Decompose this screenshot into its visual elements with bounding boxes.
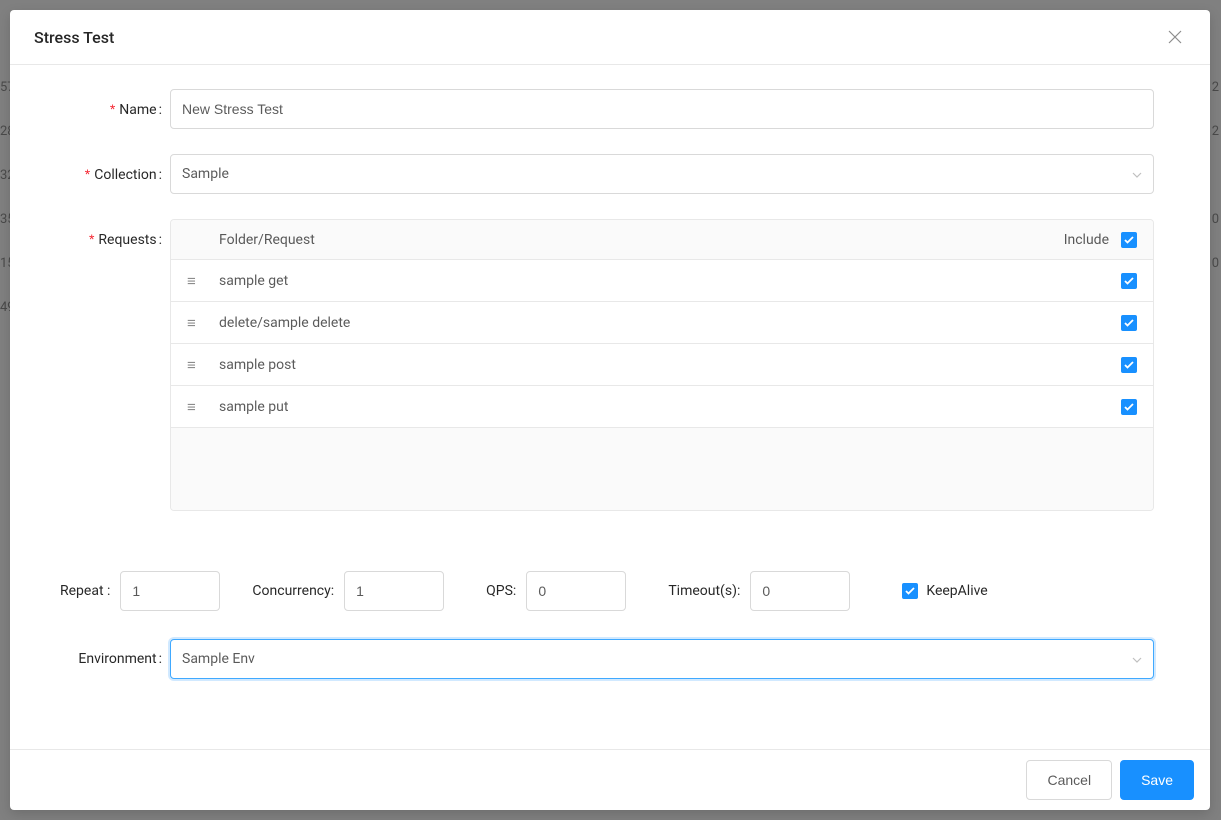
modal-footer: Cancel Save [10,749,1210,810]
chevron-down-icon [1132,652,1142,666]
close-icon [1168,30,1182,44]
collection-select[interactable]: Sample [170,154,1154,194]
repeat-input[interactable] [120,571,220,611]
close-button[interactable] [1164,26,1186,48]
modal-header: Stress Test [10,10,1210,65]
collection-label: *Collection: [20,154,170,195]
keepalive-label: KeepAlive [926,583,987,599]
request-name: delete/sample delete [215,315,1121,331]
drag-handle-icon[interactable]: ≡ [187,314,215,332]
modal-body: *Name: *Collection: Sample *Reques [10,65,1210,749]
requests-label: *Requests: [20,219,170,260]
include-checkbox[interactable] [1121,273,1137,289]
requests-empty-area [171,428,1153,510]
repeat-label: Repeat : [60,583,110,599]
stress-test-modal: Stress Test *Name: *Collection: Sample [10,10,1210,810]
include-header: Include [1064,232,1109,248]
name-label: *Name: [20,89,170,130]
request-name: sample put [215,399,1121,415]
concurrency-input[interactable] [344,571,444,611]
inline-options-row: Repeat : Concurrency: QPS: Timeout(s): K… [20,571,1154,611]
drag-handle-icon[interactable]: ≡ [187,356,215,374]
timeout-label: Timeout(s): [668,583,740,599]
drag-handle-icon[interactable]: ≡ [187,398,215,416]
include-checkbox[interactable] [1121,399,1137,415]
modal-title: Stress Test [34,28,114,47]
include-checkbox[interactable] [1121,315,1137,331]
concurrency-label: Concurrency: [252,583,334,599]
qps-label: QPS: [486,583,516,599]
save-button[interactable]: Save [1120,760,1194,800]
request-row: ≡ delete/sample delete [171,302,1153,344]
request-row: ≡ sample put [171,386,1153,428]
chevron-down-icon [1132,167,1142,181]
request-name: sample get [215,273,1121,289]
collection-value: Sample [182,166,229,182]
environment-select[interactable]: Sample Env [170,639,1154,679]
timeout-input[interactable] [750,571,850,611]
request-row: ≡ sample post [171,344,1153,386]
keepalive-checkbox[interactable] [902,583,918,599]
name-input[interactable] [170,89,1154,129]
qps-input[interactable] [526,571,626,611]
drag-handle-icon[interactable]: ≡ [187,272,215,290]
request-name: sample post [215,357,1121,373]
environment-value: Sample Env [182,651,255,667]
folder-request-header: Folder/Request [215,232,1064,248]
requests-header-row: Folder/Request Include [171,220,1153,260]
environment-label: Environment: [20,639,170,679]
requests-table: Folder/Request Include ≡ sample get [170,219,1154,511]
request-row: ≡ sample get [171,260,1153,302]
include-all-checkbox[interactable] [1121,232,1137,248]
include-checkbox[interactable] [1121,357,1137,373]
cancel-button[interactable]: Cancel [1026,760,1112,800]
